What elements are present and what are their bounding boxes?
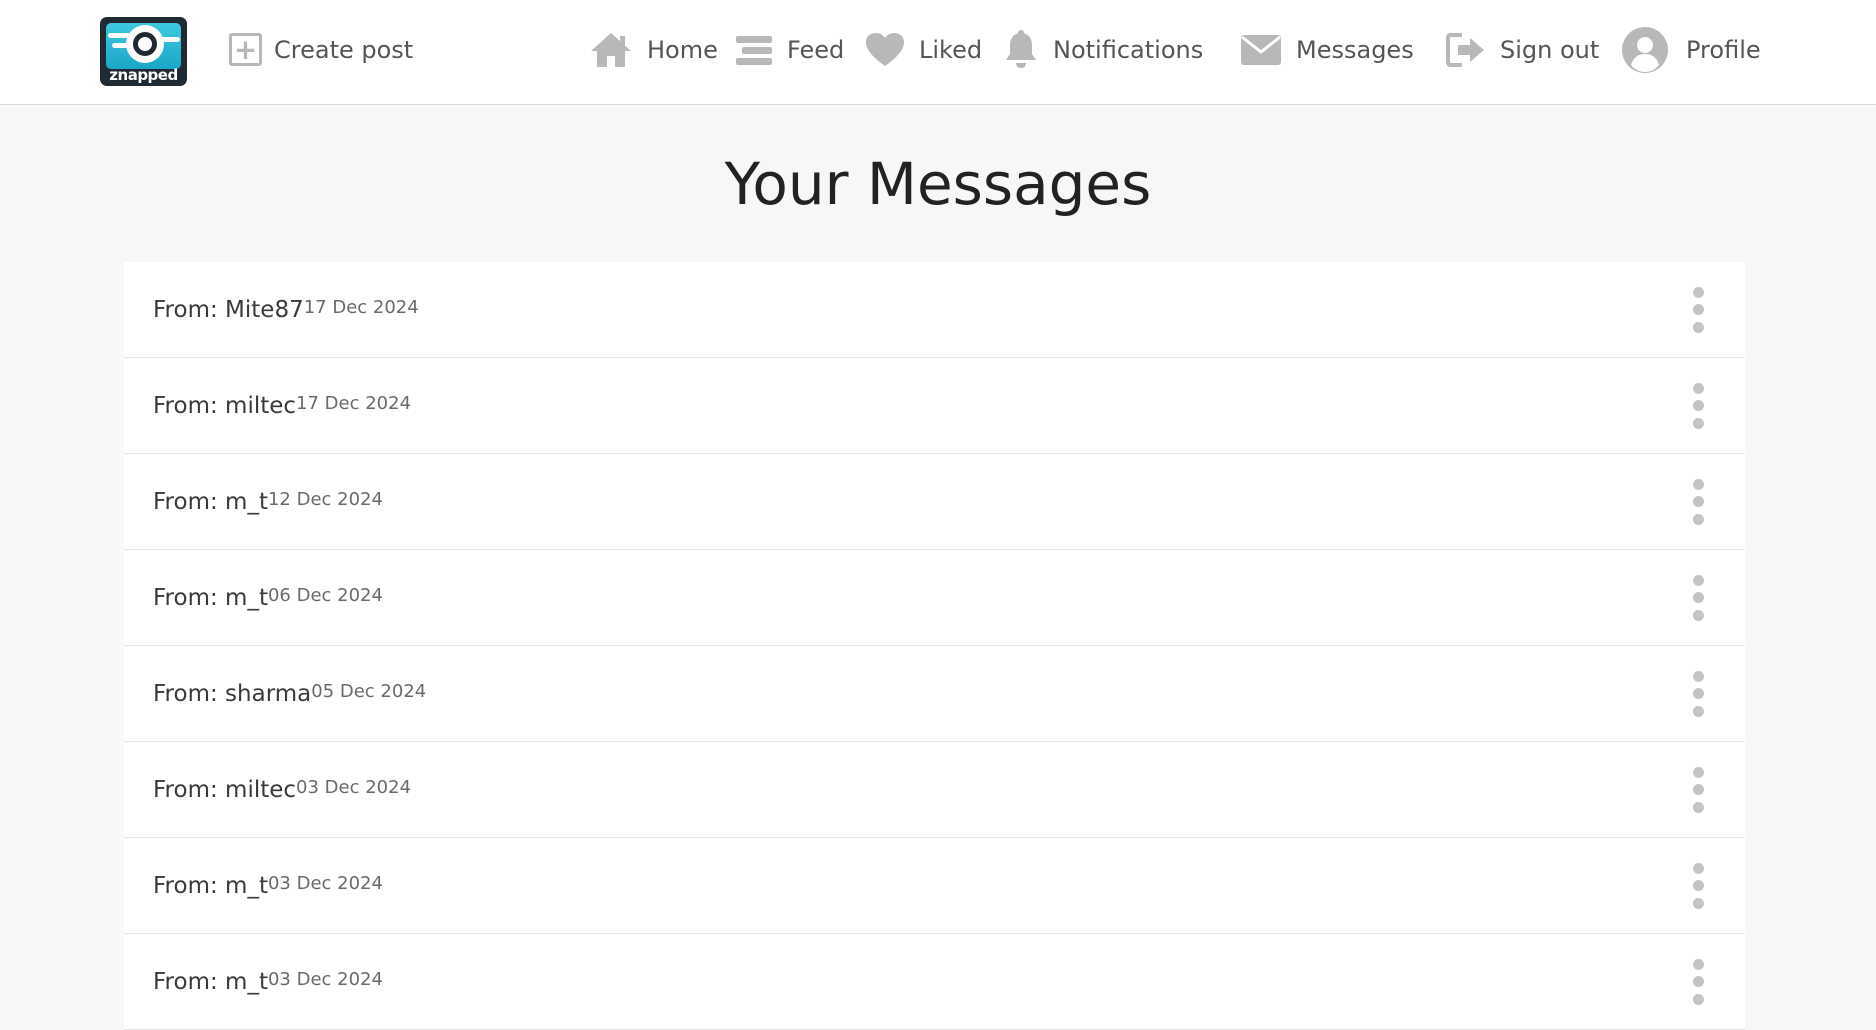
nav-home[interactable]: Home <box>589 26 718 74</box>
znapped-logo[interactable]: znapped <box>100 17 187 86</box>
create-post-button[interactable]: + Create post <box>229 33 413 66</box>
sign-out-icon <box>1446 32 1486 68</box>
nav-profile[interactable]: Profile <box>1622 26 1761 74</box>
top-navigation-bar: znapped + Create post Home Feed Liked No… <box>0 0 1876 105</box>
message-sender: From: m_t <box>153 968 268 995</box>
more-options-icon[interactable] <box>1686 670 1710 717</box>
logo-speed-stripe <box>162 37 180 42</box>
nav-liked[interactable]: Liked <box>865 26 982 74</box>
avatar-icon <box>1622 27 1668 73</box>
message-sender: From: miltec <box>153 392 297 419</box>
feed-icon <box>735 31 773 69</box>
message-row[interactable]: From: miltec 17 Dec 2024 <box>124 358 1745 454</box>
nav-notifications-label: Notifications <box>1053 36 1204 64</box>
logo-lens-icon <box>126 25 164 63</box>
message-date: 12 Dec 2024 <box>267 489 383 510</box>
message-row[interactable]: From: Mite87 17 Dec 2024 <box>124 262 1745 358</box>
message-date: 05 Dec 2024 <box>311 681 427 702</box>
more-options-icon[interactable] <box>1686 862 1710 909</box>
nav-profile-label: Profile <box>1686 36 1761 64</box>
message-row[interactable]: From: m_t 03 Dec 2024 <box>124 838 1745 934</box>
message-date: 06 Dec 2024 <box>267 585 383 606</box>
message-row[interactable]: From: miltec 03 Dec 2024 <box>124 742 1745 838</box>
page-title: Your Messages <box>724 150 1152 218</box>
message-sender: From: Mite87 <box>153 296 304 323</box>
message-date: 03 Dec 2024 <box>267 873 383 894</box>
message-date: 03 Dec 2024 <box>267 969 383 990</box>
nav-feed[interactable]: Feed <box>735 26 844 74</box>
more-options-icon[interactable] <box>1686 382 1710 429</box>
more-options-icon[interactable] <box>1686 574 1710 621</box>
bell-icon <box>1003 30 1039 70</box>
message-date: 03 Dec 2024 <box>296 777 412 798</box>
message-sender: From: sharma <box>153 680 312 707</box>
more-options-icon[interactable] <box>1686 478 1710 525</box>
logo-wordmark: znapped <box>109 66 178 84</box>
nav-home-label: Home <box>647 36 718 64</box>
nav-messages[interactable]: Messages <box>1240 26 1414 74</box>
message-sender: From: m_t <box>153 872 268 899</box>
nav-sign-out[interactable]: Sign out <box>1446 26 1599 74</box>
message-row[interactable]: From: sharma 05 Dec 2024 <box>124 646 1745 742</box>
nav-notifications[interactable]: Notifications <box>1003 26 1203 74</box>
message-sender: From: m_t <box>153 488 268 515</box>
nav-liked-label: Liked <box>919 36 983 64</box>
heart-icon <box>865 32 905 68</box>
message-list: From: Mite87 17 Dec 2024 From: miltec 17 D… <box>124 262 1745 1030</box>
message-date: 17 Dec 2024 <box>296 393 412 414</box>
plus-square-icon: + <box>229 33 262 66</box>
create-post-label: Create post <box>274 35 414 64</box>
envelope-icon <box>1240 33 1282 67</box>
message-row[interactable]: From: m_t 12 Dec 2024 <box>124 454 1745 550</box>
message-row[interactable]: From: m_t 06 Dec 2024 <box>124 550 1745 646</box>
more-options-icon[interactable] <box>1686 766 1710 813</box>
more-options-icon[interactable] <box>1686 286 1710 333</box>
message-date: 17 Dec 2024 <box>303 297 419 318</box>
more-options-icon[interactable] <box>1686 958 1710 1005</box>
message-sender: From: m_t <box>153 584 268 611</box>
nav-feed-label: Feed <box>787 36 845 64</box>
nav-messages-label: Messages <box>1296 36 1414 64</box>
message-sender: From: miltec <box>153 776 297 803</box>
nav-sign-out-label: Sign out <box>1500 36 1600 64</box>
home-icon <box>589 31 633 69</box>
